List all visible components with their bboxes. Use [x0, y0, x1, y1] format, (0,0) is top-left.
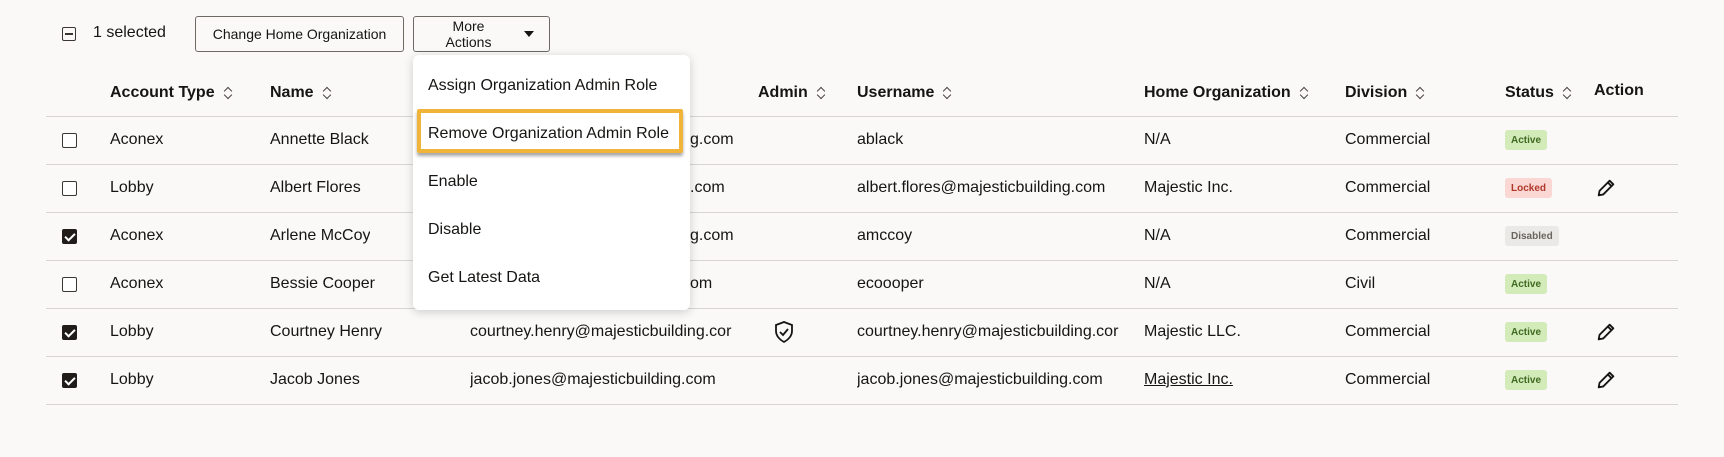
cell-home-organization: Majestic Inc. [1144, 179, 1233, 196]
menu-item-assign-admin-role[interactable]: Assign Organization Admin Role [428, 77, 657, 95]
menu-item-enable[interactable]: Enable [428, 173, 478, 191]
more-actions-menu: Assign Organization Admin Role Remove Or… [413, 55, 690, 310]
header-status[interactable]: Status [1505, 84, 1571, 102]
menu-item-remove-admin-role[interactable]: Remove Organization Admin Role [428, 125, 669, 143]
cell-home-organization[interactable]: Majestic Inc. [1144, 371, 1233, 389]
cell-username: jacob.jones@majesticbuilding.com [857, 371, 1103, 388]
cell-username: albert.flores@majesticbuilding.com [857, 179, 1106, 196]
table-row: Lobby Courtney Henry courtney.henry@majest… [46, 309, 1678, 357]
cell-email: .com [690, 179, 725, 196]
cell-email: jacob.jones@majesticbuilding.com [470, 371, 716, 388]
cell-division: Commercial [1345, 371, 1431, 388]
header-home-organization[interactable]: Home Organization [1144, 84, 1308, 102]
status-badge: Active [1505, 370, 1548, 390]
cell-division: Commercial [1345, 131, 1431, 148]
header-division[interactable]: Division [1345, 84, 1424, 102]
cell-name: Albert Flores [270, 179, 361, 196]
cell-username: courtney.henry@majesticbuilding.cor [857, 323, 1119, 340]
cell-account-type: Aconex [110, 275, 164, 292]
row-checkbox[interactable] [62, 277, 77, 292]
table-row: Aconex Bessie Cooper om ecoooper N/A Civil Act… [46, 261, 1678, 309]
cell-division: Civil [1345, 275, 1376, 292]
cell-email: om [690, 275, 713, 292]
table-row: Lobby Albert Flores .com albert.flores@maje… [46, 165, 1678, 213]
cell-name: Jacob Jones [270, 371, 360, 388]
status-badge: Locked [1505, 178, 1553, 198]
cell-name: Annette Black [270, 131, 369, 148]
change-home-organization-button[interactable]: Change Home Organization [195, 16, 404, 52]
admin-shield-icon [774, 321, 794, 344]
cell-username: ecoooper [857, 275, 924, 292]
table-header: Account Type Name Admin Username Home Or… [46, 70, 1678, 117]
row-checkbox[interactable] [62, 133, 77, 148]
header-action: Action [1594, 82, 1644, 99]
more-actions-button[interactable]: More Actions [413, 16, 550, 52]
row-checkbox[interactable] [62, 373, 77, 388]
cell-account-type: Lobby [110, 323, 154, 340]
status-badge: Active [1505, 322, 1548, 342]
chevron-down-icon [524, 31, 534, 37]
cell-division: Commercial [1345, 227, 1431, 244]
status-badge: Disabled [1505, 226, 1559, 246]
sort-icon [1416, 87, 1424, 99]
cell-email: g.com [690, 227, 734, 244]
header-admin[interactable]: Admin [758, 84, 825, 102]
cell-home-organization: N/A [1144, 227, 1171, 244]
table-row: Aconex Annette Black g.com ablack N/A Commerc… [46, 117, 1678, 165]
header-account-type[interactable]: Account Type [110, 84, 232, 102]
cell-name: Arlene McCoy [270, 227, 371, 244]
sort-icon [1300, 87, 1308, 99]
cell-account-type: Lobby [110, 371, 154, 388]
table-row: Lobby Jacob Jones jacob.jones@majesticbuil… [46, 357, 1678, 405]
cell-name: Bessie Cooper [270, 275, 375, 292]
cell-email: courtney.henry@majesticbuilding.cor [470, 323, 732, 340]
row-checkbox[interactable] [62, 181, 77, 196]
sort-icon [224, 87, 232, 99]
cell-username: amccoy [857, 227, 913, 244]
more-actions-label: More Actions [445, 18, 492, 50]
sort-icon [1563, 87, 1571, 99]
menu-item-disable[interactable]: Disable [428, 221, 481, 239]
cell-account-type: Lobby [110, 179, 154, 196]
menu-item-get-latest-data[interactable]: Get Latest Data [428, 269, 540, 287]
sort-icon [817, 87, 825, 99]
sort-icon [323, 87, 331, 99]
cell-username: ablack [857, 131, 904, 148]
cell-account-type: Aconex [110, 131, 164, 148]
status-badge: Active [1505, 130, 1548, 150]
header-username[interactable]: Username [857, 84, 951, 102]
cell-home-organization: N/A [1144, 275, 1171, 292]
status-badge: Active [1505, 274, 1548, 294]
pencil-icon[interactable] [1595, 369, 1617, 391]
header-name[interactable]: Name [270, 84, 331, 102]
sort-icon [943, 87, 951, 99]
pencil-icon[interactable] [1595, 177, 1617, 199]
cell-account-type: Aconex [110, 227, 164, 244]
cell-home-organization: Majestic LLC. [1144, 323, 1241, 340]
selected-count: 1 selected [93, 24, 166, 41]
cell-name: Courtney Henry [270, 323, 383, 340]
cell-division: Commercial [1345, 179, 1431, 196]
table-row: Aconex Arlene McCoy g.com amccoy N/A Commerci… [46, 213, 1678, 261]
row-checkbox[interactable] [62, 325, 77, 340]
select-all-checkbox[interactable] [62, 27, 76, 41]
cell-home-organization: N/A [1144, 131, 1171, 148]
pencil-icon[interactable] [1595, 321, 1617, 343]
row-checkbox[interactable] [62, 229, 77, 244]
cell-division: Commercial [1345, 323, 1431, 340]
toolbar: 1 selected Change Home Organization More… [0, 0, 1724, 66]
users-table: Account Type Name Admin Username Home Or… [46, 70, 1678, 405]
cell-email: g.com [690, 131, 734, 148]
